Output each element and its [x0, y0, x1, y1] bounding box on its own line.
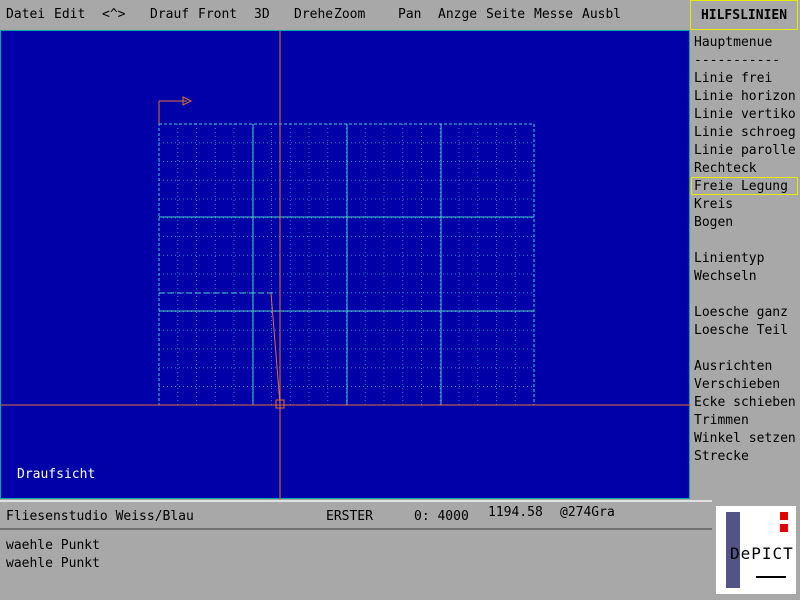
menu-zoom[interactable]: Zoom [334, 7, 365, 22]
menu-seite[interactable]: Seite [486, 7, 525, 22]
menu-pan[interactable]: Pan [398, 7, 421, 22]
command-line-2: waehle Punkt [6, 556, 100, 571]
view-label: Draufsicht [17, 467, 96, 482]
logo-image: DePICT [716, 506, 796, 594]
panel-title: HILFSLINIEN [690, 0, 798, 30]
menu-drauf[interactable]: Drauf [150, 7, 189, 22]
side-item-linie-vertiko[interactable]: Linie vertiko [694, 106, 796, 124]
side-item-ecke-schieben[interactable]: Ecke schieben [694, 394, 796, 412]
side-item-loesche-teil[interactable]: Loesche Teil [694, 322, 788, 340]
side-separator: ----------- [694, 53, 781, 68]
status-angle: @274Gra [560, 505, 615, 520]
menu-bar: Datei Edit <^> Drauf Front 3D Drehe Zoom… [0, 0, 690, 30]
side-item-verschieben[interactable]: Verschieben [694, 376, 780, 394]
side-item-linie-frei[interactable]: Linie frei [694, 70, 772, 88]
menu-front[interactable]: Front [198, 7, 237, 22]
side-item-linie-parolle[interactable]: Linie parolle [694, 142, 796, 160]
menu-drehe[interactable]: Drehe [294, 7, 333, 22]
rubber-band-line [270, 292, 281, 405]
command-line-1: waehle Punkt [6, 538, 100, 553]
side-item-bogen[interactable]: Bogen [694, 214, 733, 232]
side-item-strecke[interactable]: Strecke [694, 448, 749, 466]
side-item-rechteck[interactable]: Rechteck [694, 160, 757, 178]
menu-anzge[interactable]: Anzge [438, 7, 477, 22]
side-item-linie-schroeg[interactable]: Linie schroeg [694, 124, 796, 142]
status-layer: ERSTER [326, 509, 373, 524]
side-item-wechseln[interactable]: Wechseln [694, 268, 757, 286]
status-o-label: 0: 4000 [414, 509, 469, 524]
origin-arrow-icon [158, 96, 193, 124]
menu-datei[interactable]: Datei [6, 7, 45, 22]
menu-ausbl[interactable]: Ausbl [582, 7, 621, 22]
side-item-loesche-ganz[interactable]: Loesche ganz [694, 304, 788, 322]
menu-edit[interactable]: Edit [54, 7, 85, 22]
side-item-winkel-setzen[interactable]: Winkel setzen [694, 430, 796, 448]
drawing-canvas[interactable]: Draufsicht [0, 30, 691, 500]
drawing-svg [1, 31, 691, 500]
selected-item-highlight [691, 177, 798, 195]
side-menu: Hauptmenue ----------- Linie frei Linie … [690, 30, 800, 500]
side-item-trimmen[interactable]: Trimmen [694, 412, 749, 430]
menu-3d[interactable]: 3D [254, 7, 270, 22]
command-area: waehle Punkt waehle Punkt [0, 531, 712, 600]
side-item-linientyp[interactable]: Linientyp [694, 250, 764, 268]
side-item-hauptmenue[interactable]: Hauptmenue [694, 34, 772, 52]
status-bar: Fliesenstudio Weiss/Blau ERSTER 0: 4000 … [0, 500, 712, 530]
logo-text: DePICT [730, 544, 794, 563]
side-item-ausrichten[interactable]: Ausrichten [694, 358, 772, 376]
logo: DePICT [712, 500, 800, 600]
menu-messe[interactable]: Messe [534, 7, 573, 22]
side-item-kreis[interactable]: Kreis [694, 196, 733, 214]
status-coord: 1194.58 [488, 505, 543, 520]
status-project: Fliesenstudio Weiss/Blau [6, 509, 194, 524]
menu-back[interactable]: <^> [102, 7, 125, 22]
side-item-linie-horizon[interactable]: Linie horizon [694, 88, 796, 106]
